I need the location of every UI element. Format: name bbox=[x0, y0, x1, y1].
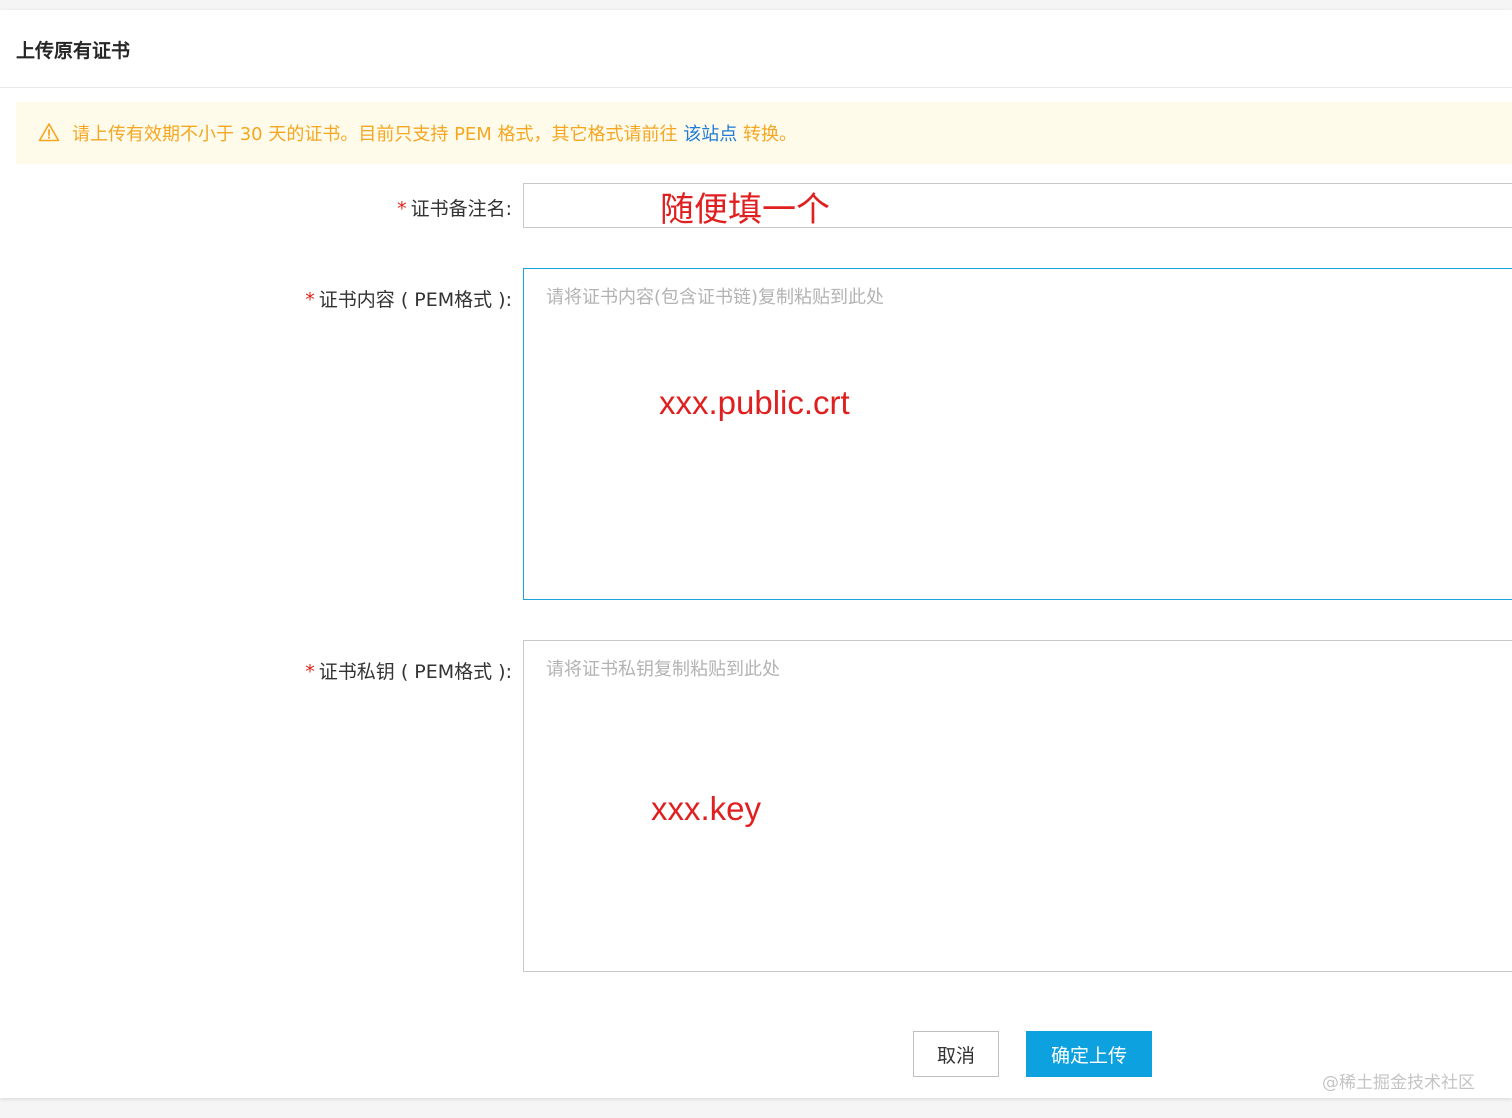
required-mark: * bbox=[397, 198, 407, 220]
cert-content-annotation: xxx.public.crt bbox=[659, 384, 850, 421]
private-key-annotation: xxx.key bbox=[651, 790, 762, 827]
private-key-label-text: 证书私钥 ( PEM格式 ): bbox=[318, 661, 512, 683]
confirm-upload-button[interactable]: 确定上传 bbox=[1026, 1031, 1152, 1077]
cert-name-label-text: 证书备注名: bbox=[410, 198, 512, 220]
notice-text: 请上传有效期不小于 30 天的证书。目前只支持 PEM 格式，其它格式请前往 该… bbox=[72, 120, 797, 146]
warning-icon bbox=[38, 123, 60, 142]
cert-content-label-text: 证书内容 ( PEM格式 ): bbox=[318, 289, 512, 311]
private-key-label: * 证书私钥 ( PEM格式 ): bbox=[305, 657, 512, 684]
dialog-header: 上传原有证书 bbox=[0, 10, 1512, 88]
required-mark: * bbox=[305, 661, 315, 683]
convert-site-link[interactable]: 该站点 bbox=[683, 124, 737, 145]
cancel-button[interactable]: 取消 bbox=[913, 1031, 999, 1077]
required-mark: * bbox=[305, 289, 315, 311]
private-key-placeholder: 请将证书私钥复制粘贴到此处 bbox=[546, 659, 780, 680]
cert-content-placeholder: 请将证书内容(包含证书链)复制粘贴到此处 bbox=[546, 287, 885, 308]
cert-name-label: * 证书备注名: bbox=[397, 194, 512, 221]
cert-content-textarea[interactable]: 请将证书内容(包含证书链)复制粘贴到此处 bbox=[523, 268, 1512, 600]
notice-banner: 请上传有效期不小于 30 天的证书。目前只支持 PEM 格式，其它格式请前往 该… bbox=[16, 102, 1512, 164]
dialog-title: 上传原有证书 bbox=[16, 40, 131, 62]
cert-name-annotation: 随便填一个 bbox=[660, 191, 830, 229]
cert-content-label: * 证书内容 ( PEM格式 ): bbox=[305, 285, 512, 312]
notice-text-after: 转换。 bbox=[737, 124, 798, 145]
watermark: @稀土掘金技术社区 bbox=[1322, 1073, 1475, 1093]
notice-text-before: 请上传有效期不小于 30 天的证书。目前只支持 PEM 格式，其它格式请前往 bbox=[72, 124, 684, 145]
upload-certificate-dialog: 上传原有证书 请上传有效期不小于 30 天的证书。目前只支持 PEM 格式，其它… bbox=[0, 10, 1512, 1098]
